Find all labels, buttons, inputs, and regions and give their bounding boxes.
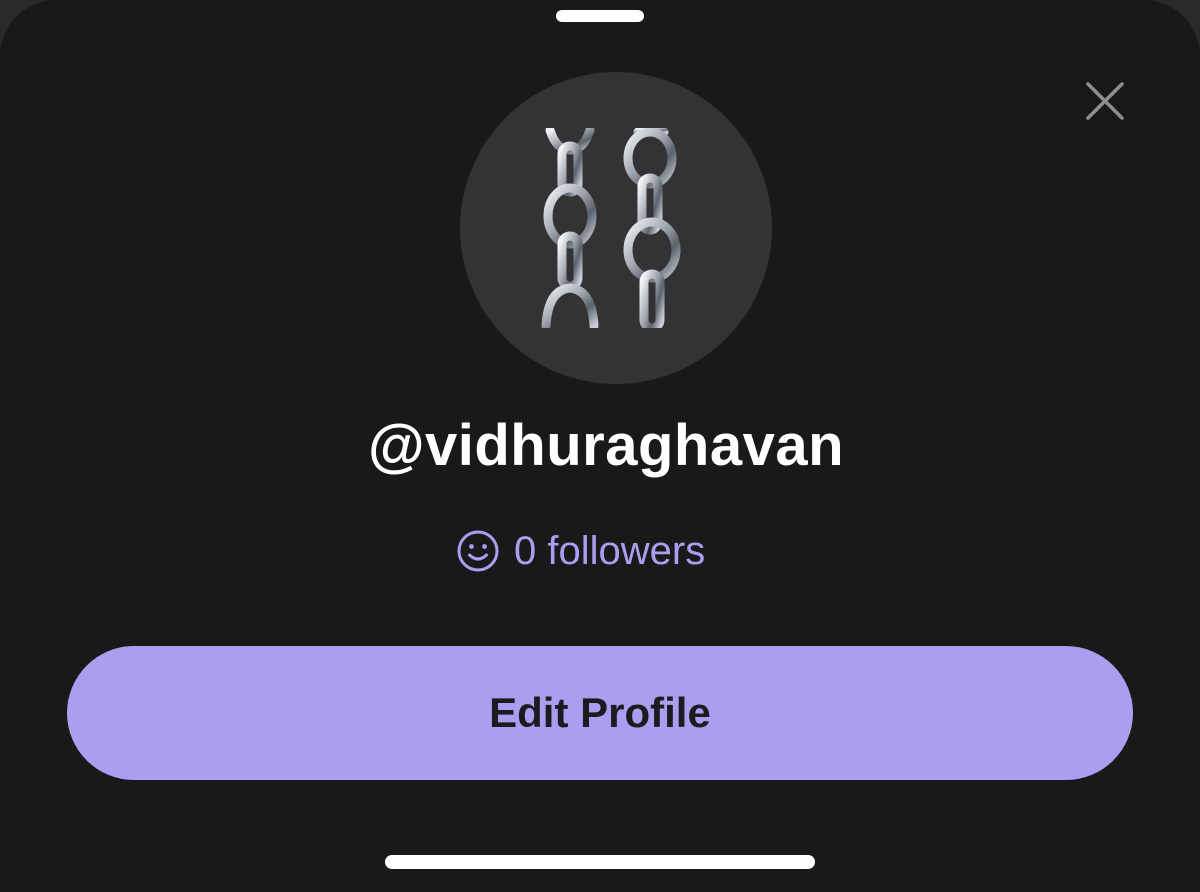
home-indicator[interactable]: [385, 855, 815, 869]
followers-label: 0 followers: [514, 528, 706, 573]
sheet-grabber[interactable]: [556, 10, 644, 22]
username: @vidhuraghavan: [367, 413, 845, 478]
avatar[interactable]: [460, 72, 772, 384]
close-button[interactable]: [1080, 76, 1130, 126]
edit-profile-button[interactable]: Edit Profile: [67, 646, 1133, 780]
chains-icon: [541, 128, 681, 328]
smile-icon: [456, 529, 500, 573]
profile-sheet: @vidhuraghavan 0 followers Edit Profile: [0, 0, 1200, 892]
followers-count[interactable]: 0 followers: [456, 524, 705, 578]
close-icon: [1086, 82, 1124, 120]
